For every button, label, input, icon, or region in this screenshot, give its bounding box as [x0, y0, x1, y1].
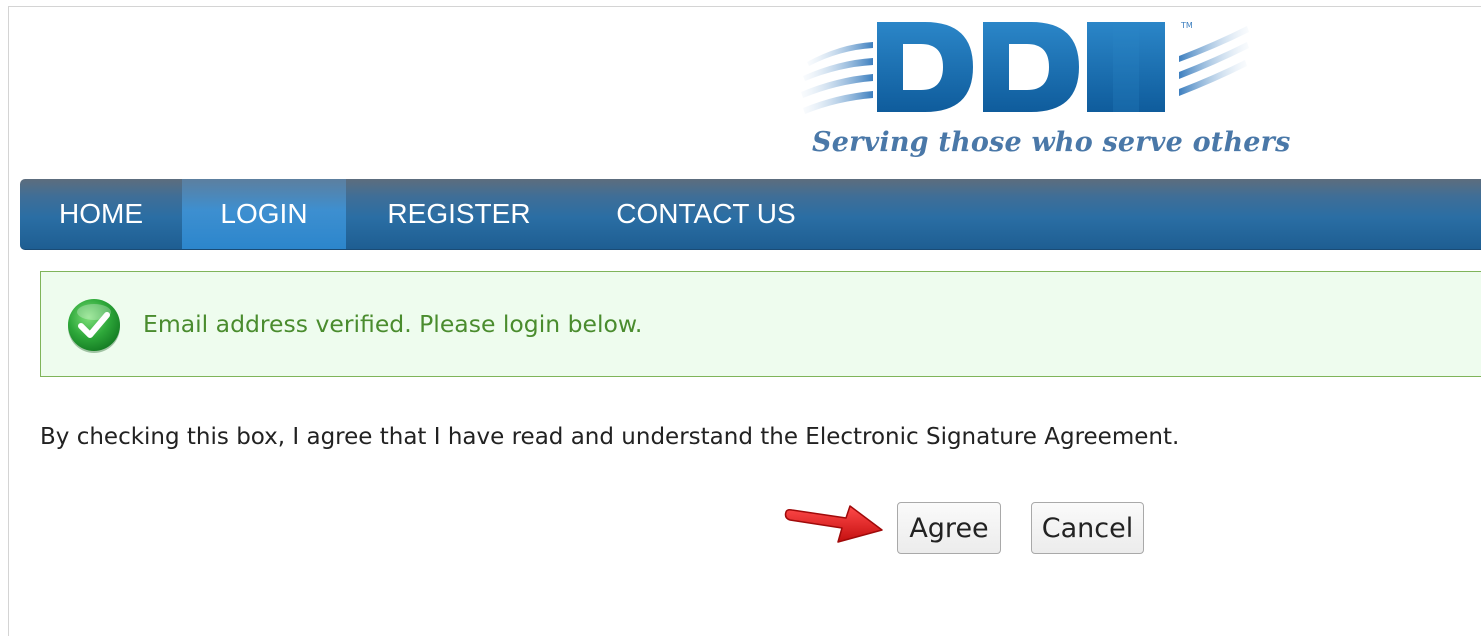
alert-message: Email address verified. Please login bel…: [143, 310, 643, 338]
nav-register[interactable]: REGISTER: [346, 179, 572, 249]
red-arrow-icon: [784, 505, 883, 543]
main-navbar: HOME LOGIN REGISTER CONTACT US: [20, 179, 1481, 250]
svg-text:TM: TM: [1180, 21, 1193, 30]
cancel-button[interactable]: Cancel: [1031, 502, 1144, 554]
agree-button[interactable]: Agree: [897, 502, 1001, 554]
agreement-text: By checking this box, I agree that I hav…: [40, 424, 1180, 450]
nav-login[interactable]: LOGIN: [182, 179, 346, 249]
success-alert: Email address verified. Please login bel…: [40, 271, 1481, 377]
nav-home[interactable]: HOME: [20, 179, 182, 249]
check-circle-icon: [68, 299, 120, 353]
nav-contact-us[interactable]: CONTACT US: [572, 179, 840, 249]
tagline: Serving those who serve others: [812, 127, 1291, 158]
